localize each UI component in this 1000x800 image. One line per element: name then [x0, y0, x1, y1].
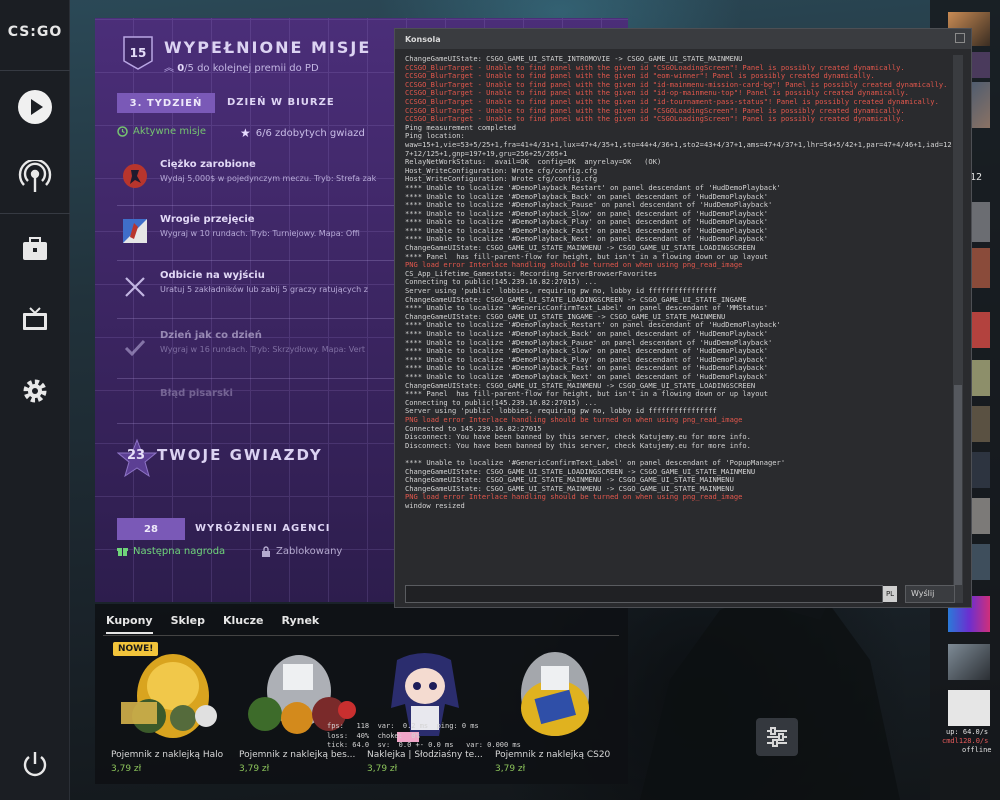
tab-coupons[interactable]: Kupony	[106, 614, 153, 634]
missions-title: WYPEŁNIONE MISJE	[164, 38, 372, 57]
mission-desc: Wygraj w 10 rundach. Tryb: Turniejowy. M…	[160, 229, 360, 238]
console-line: waw=15+1,vie=53+5/25+1,fra=41+4/31+1,lux…	[405, 139, 952, 158]
store-item-price: 3,79 zł	[239, 764, 270, 774]
store-item-name: Pojemnik z naklejką bes...	[239, 750, 356, 760]
csgo-logo[interactable]: CS:GO	[0, 24, 70, 40]
your-stars-title: TWOJE GWIAZDY	[157, 446, 323, 464]
clock-icon	[117, 126, 128, 137]
settings-icon[interactable]	[17, 373, 53, 409]
friend-avatar[interactable]	[948, 690, 990, 726]
next-reward-label: Następna nagroda	[133, 546, 226, 557]
inventory-icon[interactable]	[17, 231, 53, 267]
tab-keys[interactable]: Klucze	[223, 614, 264, 634]
store-item-name: Naklejka | Słodziaśny te...	[367, 750, 483, 760]
mission-desc: Wygraj w 16 rundach. Tryb: Skrzydłowy. M…	[160, 345, 365, 354]
mission-desc: Uratuj 5 zakładników lub zabij 5 graczy …	[160, 285, 368, 294]
locked-status: Zablokowany	[261, 546, 342, 557]
halo-sticker-capsule-icon	[121, 654, 217, 738]
chevrons-icon: ︽	[164, 63, 178, 74]
rail-divider	[0, 70, 70, 71]
level-badge-number: 15	[130, 46, 147, 60]
crossed-swords-icon	[120, 272, 150, 302]
console-window[interactable]: Konsola ChangeGameUIState: CSGO_GAME_UI_…	[394, 28, 972, 608]
terrorist-icon	[120, 161, 150, 191]
scrollbar-thumb[interactable]	[954, 385, 962, 585]
store-tabs-divider	[103, 635, 619, 636]
store-item[interactable]: Naklejka | Słodziaśny te... 3,79 zł	[367, 646, 489, 780]
agents-level: 28	[117, 518, 185, 540]
mission-title: Ciężko zarobione	[160, 159, 256, 170]
stars-earned-text: 6/6 zdobytych gwiazd	[255, 127, 365, 139]
store-panel: Kupony Sklep Klucze Rynek Pojemnik z nak…	[95, 604, 628, 784]
mission-title: Wrogie przejęcie	[160, 214, 255, 225]
active-missions-label: Aktywne misje	[133, 126, 206, 137]
store-item-price: 3,79 zł	[495, 764, 526, 774]
progress-suffix: /5 do kolejnej premii do PD	[184, 63, 319, 74]
lock-icon	[262, 546, 270, 557]
star-icon: ★	[240, 126, 251, 140]
new-badge: NOWE!	[113, 642, 159, 656]
console-line: Ping measurement completed	[405, 122, 517, 132]
power-icon[interactable]	[17, 746, 53, 782]
console-output: ChangeGameUIState: CSGO_GAME_UI_STATE_IN…	[405, 55, 955, 565]
level-badge-icon: 15	[123, 36, 153, 70]
store-tabs: Kupony Sklep Klucze Rynek	[106, 614, 337, 634]
console-line: Disconnect: You have been banned by this…	[405, 440, 751, 450]
locked-label: Zablokowany	[276, 546, 343, 557]
tab-market[interactable]: Rynek	[281, 614, 319, 634]
friend-avatar[interactable]	[948, 644, 990, 680]
tab-shop[interactable]: Sklep	[171, 614, 205, 634]
gift-icon	[117, 548, 128, 556]
watch-icon[interactable]	[17, 302, 53, 338]
sliders-icon[interactable]	[756, 718, 798, 756]
stars-earned: ★ 6/6 zdobytych gwiazd	[240, 126, 365, 140]
featured-agents-title: WYRÓŻNIENI AGENCI	[195, 523, 331, 534]
store-item-name: Pojemnik z naklejką CS20	[495, 750, 611, 760]
store-item[interactable]: Pojemnik z naklejką Halo 3,79 zł	[111, 646, 233, 780]
mission-title: Odbicie na wyjściu	[160, 270, 265, 281]
console-line: PNG load error Interlace handling should…	[405, 492, 743, 502]
mission-title: Dzień jak co dzień	[160, 330, 262, 341]
missions-progress: ︽ 0/5 do kolejnej premii do PD	[164, 59, 319, 74]
next-reward[interactable]: Następna nagroda	[117, 546, 225, 557]
netgraph-stats: fps: 118 var: 0.2 ms ping: 0 ms loss: 40…	[327, 722, 521, 749]
csgo-main-menu: CS:GO 15 WYPEŁNIONE MISJE ︽ 0/5 do kolej…	[0, 0, 1000, 800]
language-indicator: PL	[883, 586, 897, 602]
cmd-rate: cmdl128.0/s	[942, 737, 989, 745]
broadcast-icon[interactable]	[17, 160, 53, 196]
console-input[interactable]	[405, 585, 883, 603]
store-item[interactable]: Pojemnik z naklejką bes... 3,79 zł	[239, 646, 361, 780]
mission-desc: Wydaj 5,000$ w pojedynczym meczu. Tryb: …	[160, 174, 377, 183]
store-item-name: Pojemnik z naklejką Halo	[111, 750, 224, 760]
checkmark-icon	[120, 332, 150, 362]
upload-rate: up: 64.0/s	[946, 728, 989, 736]
active-missions[interactable]: Aktywne misje	[117, 126, 206, 137]
console-title: Konsola	[405, 35, 441, 44]
week-name: DZIEŃ W BIURZE	[227, 97, 335, 108]
rail-divider	[0, 213, 70, 214]
play-icon[interactable]	[17, 89, 53, 125]
stars-total: 23	[127, 448, 146, 463]
store-item-price: 3,79 zł	[111, 764, 142, 774]
mission-title: Błąd pisarski	[160, 388, 233, 399]
console-close-icon[interactable]	[955, 33, 965, 43]
console-titlebar[interactable]: Konsola	[395, 29, 971, 49]
team-versus-icon	[120, 216, 150, 246]
connection-status: offline	[962, 746, 992, 754]
console-scrollbar[interactable]	[953, 55, 963, 603]
store-item[interactable]: Pojemnik z naklejką CS20 3,79 zł	[495, 646, 617, 780]
week-tab[interactable]: 3. TYDZIEŃ	[117, 93, 215, 113]
console-line: window resized	[405, 500, 465, 510]
store-item-price: 3,79 zł	[367, 764, 398, 774]
send-button[interactable]: Wyślij	[905, 585, 955, 603]
left-nav-rail: CS:GO	[0, 0, 70, 800]
